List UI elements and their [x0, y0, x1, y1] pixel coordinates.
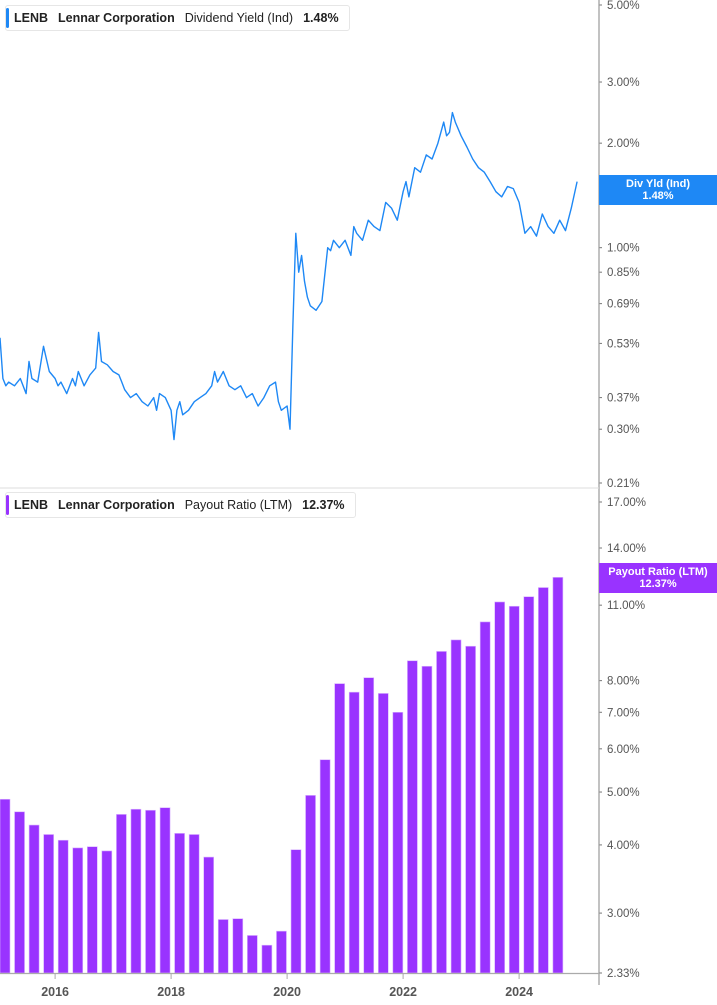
- current-value-tag-payout-ratio: Payout Ratio (LTM) 12.37%: [599, 563, 717, 593]
- current-value-tag-dividend-yield: Div Yld (Ind) 1.48%: [599, 175, 717, 205]
- y-tick-label: 5.00%: [607, 0, 640, 12]
- x-tick-label: 2018: [157, 985, 185, 999]
- legend-metric: Dividend Yield (Ind): [184, 11, 294, 25]
- legend-value: 12.37%: [302, 498, 345, 512]
- payout-ratio-bar: [101, 850, 113, 974]
- y-tick-label: 0.69%: [607, 299, 640, 311]
- payout-ratio-panel: [0, 577, 564, 974]
- y-tick-label: 3.00%: [607, 908, 640, 920]
- payout-ratio-bar: [552, 577, 564, 974]
- payout-ratio-bar: [407, 660, 418, 974]
- payout-ratio-bar: [276, 930, 287, 974]
- dividend-yield-legend: LENB Lennar Corporation Dividend Yield (…: [5, 5, 350, 31]
- payout-ratio-bar: [43, 834, 54, 974]
- payout-ratio-bar: [159, 807, 171, 974]
- tag-label: Div Yld (Ind): [626, 178, 690, 190]
- y-tick-label: 0.53%: [607, 338, 640, 350]
- legend-metric: Payout Ratio (LTM): [184, 498, 293, 512]
- payout-ratio-bar: [319, 759, 331, 974]
- y-tick-label: 8.00%: [607, 676, 640, 688]
- payout-ratio-legend: LENB Lennar Corporation Payout Ratio (LT…: [5, 492, 356, 518]
- y-tick-label: 2.00%: [607, 138, 640, 150]
- payout-ratio-bar: [523, 596, 535, 974]
- y-tick-label: 3.00%: [607, 77, 640, 89]
- y-tick-label: 0.30%: [607, 424, 640, 436]
- y-tick-label: 1.00%: [607, 243, 640, 255]
- legend-swatch: [6, 495, 9, 515]
- payout-ratio-bar: [305, 795, 316, 974]
- payout-ratio-bar: [508, 605, 520, 974]
- payout-ratio-bar: [261, 944, 273, 974]
- payout-ratio-bar: [377, 693, 389, 974]
- y-tick-label: 14.00%: [607, 543, 646, 555]
- payout-ratio-bar: [203, 856, 214, 974]
- payout-ratio-bar: [72, 847, 84, 974]
- tag-value: 12.37%: [639, 578, 677, 590]
- y-tick-label: 17.00%: [607, 497, 646, 509]
- tag-label: Payout Ratio (LTM): [608, 566, 708, 578]
- payout-ratio-bar: [0, 798, 11, 974]
- x-tick-label: 2024: [505, 985, 533, 999]
- dividend-yield-panel: [0, 111, 578, 441]
- x-tick-label: 2016: [41, 985, 69, 999]
- payout-ratio-bar: [290, 849, 302, 974]
- payout-ratio-bar: [217, 919, 229, 974]
- legend-value: 1.48%: [303, 11, 339, 25]
- payout-ratio-bar: [494, 601, 506, 974]
- legend-company: Lennar Corporation: [58, 11, 175, 25]
- payout-ratio-bar: [14, 811, 25, 974]
- payout-ratio-bar: [174, 833, 185, 974]
- payout-ratio-bar: [116, 814, 127, 974]
- legend-ticker: LENB: [14, 498, 49, 512]
- y-tick-label: 7.00%: [607, 707, 640, 719]
- payout-ratio-bar: [145, 809, 156, 974]
- payout-ratio-bar: [348, 691, 360, 974]
- legend-company: Lennar Corporation: [58, 498, 175, 512]
- y-tick-label: 5.00%: [607, 787, 640, 799]
- legend-swatch: [6, 8, 9, 28]
- payout-ratio-bar: [87, 846, 98, 974]
- y-tick-label: 4.00%: [607, 840, 640, 852]
- y-tick-label: 6.00%: [607, 744, 640, 756]
- payout-ratio-bar: [450, 639, 462, 974]
- legend-ticker: LENB: [14, 11, 49, 25]
- dividend-yield-line: [0, 111, 578, 441]
- payout-ratio-bar: [188, 834, 200, 974]
- x-tick-label: 2020: [273, 985, 301, 999]
- payout-ratio-bar: [28, 824, 40, 974]
- payout-ratio-bar: [436, 651, 447, 974]
- y-tick-label: 0.37%: [607, 393, 640, 405]
- x-tick-label: 2022: [389, 985, 417, 999]
- payout-ratio-bar: [57, 839, 69, 974]
- payout-ratio-bar: [334, 683, 345, 974]
- payout-ratio-bar: [465, 645, 476, 974]
- tag-value: 1.48%: [642, 190, 674, 202]
- y-tick-label: 0.21%: [607, 478, 640, 490]
- payout-ratio-bar: [247, 935, 258, 974]
- y-tick-label: 2.33%: [607, 968, 640, 980]
- payout-ratio-bar: [392, 711, 404, 974]
- y-tick-label: 0.85%: [607, 267, 640, 279]
- payout-ratio-bar: [232, 918, 244, 974]
- payout-ratio-bar: [363, 677, 375, 974]
- payout-ratio-bar: [538, 587, 549, 974]
- y-tick-label: 11.00%: [607, 600, 645, 612]
- payout-ratio-bar: [421, 665, 433, 974]
- payout-ratio-bar: [130, 808, 142, 974]
- payout-ratio-bar: [479, 621, 491, 974]
